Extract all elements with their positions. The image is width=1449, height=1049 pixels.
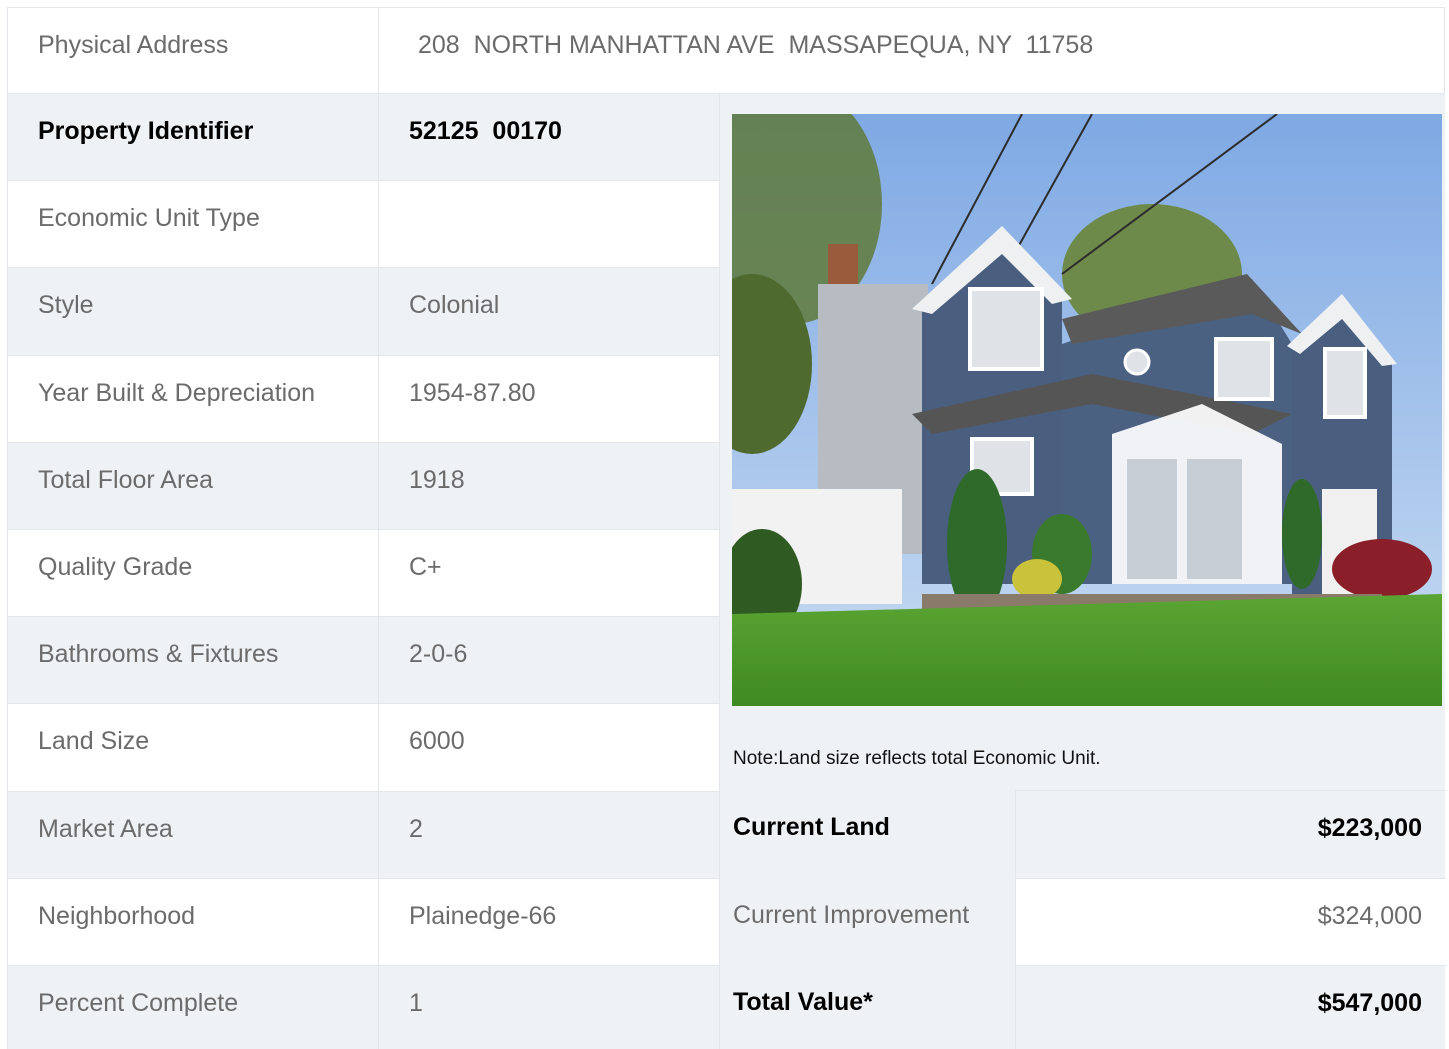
detail-row-land-size: Land Size 6000: [7, 704, 719, 792]
detail-row-economic-unit-type: Economic Unit Type: [7, 181, 719, 269]
total-value-label: Total Value*: [733, 988, 873, 1016]
current-improvement-cell: $324,000: [1015, 878, 1446, 965]
current-land-row: Current Land $223,000: [720, 790, 1446, 877]
detail-label: Total Floor Area: [8, 442, 379, 529]
detail-row-quality-grade: Quality Grade C+: [7, 529, 719, 618]
current-improvement-row: Current Improvement $324,000: [720, 878, 1446, 965]
physical-address-value: 208 NORTH MANHATTAN AVE MASSAPEQUA, NY 1…: [418, 31, 1094, 59]
total-value-amount: $547,000: [1317, 989, 1422, 1017]
detail-row-bathrooms: Bathrooms & Fixtures 2-0-6: [7, 617, 719, 705]
current-land-cell: $223,000: [1015, 790, 1446, 877]
property-details-table: Property Identifier 52125 00170 Economic…: [7, 94, 719, 1049]
physical-address-row: Physical Address 208 NORTH MANHATTAN AVE…: [7, 7, 1445, 94]
property-photo-and-values: Note:Land size reflects total Economic U…: [719, 94, 1446, 1049]
detail-value: Plainedge-66: [409, 901, 557, 930]
detail-value: 52125 00170: [409, 117, 562, 145]
detail-value: 6000: [409, 727, 465, 756]
detail-label: Market Area: [8, 791, 379, 878]
current-improvement-value: $324,000: [1317, 902, 1422, 930]
detail-value: 1: [409, 988, 423, 1017]
detail-row-year-built: Year Built & Depreciation 1954-87.80: [7, 355, 719, 443]
detail-value: 1954-87.80: [409, 378, 536, 407]
current-land-value: $223,000: [1317, 814, 1422, 842]
total-value-row: Total Value* $547,000: [720, 965, 1446, 1049]
current-land-label: Current Land: [733, 813, 890, 841]
detail-value: 1918: [409, 465, 465, 494]
detail-row-neighborhood: Neighborhood Plainedge-66: [7, 878, 719, 966]
detail-value: C+: [409, 552, 442, 581]
detail-row-style: Style Colonial: [7, 268, 719, 356]
property-photo[interactable]: [732, 114, 1442, 706]
detail-label: Property Identifier: [8, 94, 379, 181]
detail-label: Neighborhood: [8, 878, 379, 965]
detail-row-percent-complete: Percent Complete 1: [7, 965, 719, 1049]
detail-row-market-area: Market Area 2: [7, 791, 719, 879]
detail-label: Bathrooms & Fixtures: [8, 617, 379, 704]
detail-value: Colonial: [409, 291, 500, 320]
detail-label: Percent Complete: [8, 965, 379, 1049]
detail-row-property-identifier: Property Identifier 52125 00170: [7, 94, 719, 182]
detail-label: Year Built & Depreciation: [8, 355, 379, 442]
detail-row-total-floor-area: Total Floor Area 1918: [7, 442, 719, 530]
current-improvement-label: Current Improvement: [733, 901, 970, 929]
detail-value: 2-0-6: [409, 640, 468, 669]
detail-value: 2: [409, 814, 423, 843]
detail-label: Style: [8, 268, 379, 355]
total-value-cell: $547,000: [1015, 965, 1446, 1049]
detail-label: Economic Unit Type: [8, 181, 379, 268]
land-size-note: Note:Land size reflects total Economic U…: [733, 748, 1101, 769]
physical-address-label: Physical Address: [8, 8, 379, 93]
detail-label: Land Size: [8, 704, 379, 791]
detail-label: Quality Grade: [8, 529, 379, 617]
